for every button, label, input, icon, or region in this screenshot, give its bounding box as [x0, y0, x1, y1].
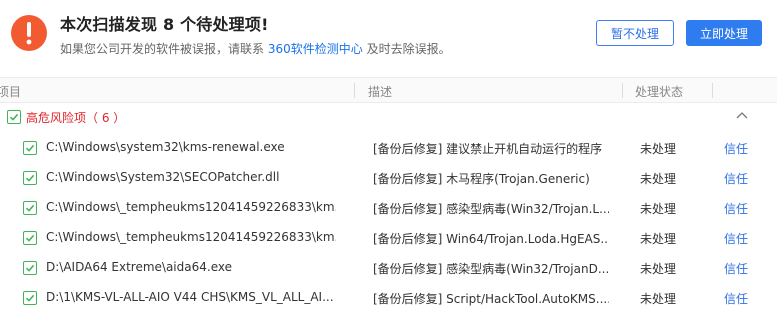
column-status: 处理状态 [635, 85, 684, 99]
file-path: C:\Windows\System32\SECOPatcher.dll [46, 170, 280, 184]
threat-row[interactable]: C:\Windows\System32\SECOPatcher.dll [备份后修… [0, 163, 777, 193]
threat-row[interactable]: D:\AIDA64 Extreme\aida64.exe [备份后修复] 感染型病… [0, 253, 777, 283]
column-divider[interactable] [354, 83, 355, 98]
file-path: D:\1\KMS-VL-ALL-AIO V44 CHS\KMS_VL_ALL_A… [46, 290, 334, 304]
process-status: 未处理 [640, 172, 677, 186]
high-risk-group[interactable]: 高危风险项（ 6 ） [0, 104, 777, 130]
threat-row[interactable]: D:\1\KMS-VL-ALL-AIO V44 CHS\KMS_VL_ALL_A… [0, 283, 777, 313]
threat-row[interactable]: C:\Windows\system32\kms-renewal.exe [备份后修… [0, 133, 777, 163]
threat-description: [备份后修复] 感染型病毒(Win32/TrojanD... [373, 262, 609, 276]
notice-prefix: 如果您公司开发的软件被误报，请联系 [60, 42, 265, 56]
trust-link[interactable]: 信任 [724, 170, 748, 187]
checkmark-icon [25, 264, 35, 272]
detection-center-link[interactable]: 360软件检测中心 [268, 42, 363, 56]
row-checkbox[interactable] [23, 231, 37, 245]
trust-link[interactable]: 信任 [724, 230, 748, 247]
scan-result-title: 本次扫描发现 8 个待处理项! [60, 15, 269, 34]
process-status: 未处理 [640, 292, 677, 306]
threat-description: [备份后修复] 木马程序(Trojan.Generic) [373, 172, 590, 186]
file-path: C:\Windows\_tempheukms12041459226833\km.… [46, 230, 336, 244]
process-status: 未处理 [640, 262, 677, 276]
threat-description: [备份后修复] 建议禁止开机自动运行的程序 [373, 142, 603, 156]
checkmark-icon [25, 294, 35, 302]
false-positive-notice: 如果您公司开发的软件被误报，请联系 360软件检测中心 及时去除误报。 [60, 40, 451, 57]
column-divider[interactable] [622, 83, 623, 98]
fix-now-button[interactable]: 立即处理 [686, 20, 762, 46]
column-divider[interactable] [712, 83, 713, 98]
trust-link[interactable]: 信任 [724, 200, 748, 217]
checkmark-icon [25, 204, 35, 212]
threat-description: [备份后修复] 感染型病毒(Win32/Trojan.L... [373, 202, 609, 216]
trust-link[interactable]: 信任 [724, 290, 748, 307]
threat-description: [备份后修复] Win64/Trojan.Loda.HgEAS... [373, 232, 609, 246]
warning-icon [11, 15, 47, 51]
ignore-button[interactable]: 暂不处理 [596, 20, 674, 46]
checkmark-icon [25, 174, 35, 182]
file-path: C:\Windows\_tempheukms12041459226833\km.… [46, 200, 336, 214]
file-path: C:\Windows\system32\kms-renewal.exe [46, 140, 285, 154]
process-status: 未处理 [640, 232, 677, 246]
row-checkbox[interactable] [23, 171, 37, 185]
threat-row[interactable]: C:\Windows\_tempheukms12041459226833\km.… [0, 223, 777, 253]
checkmark-icon [25, 234, 35, 242]
chevron-up-icon[interactable] [735, 108, 749, 122]
threat-description: [备份后修复] Script/HackTool.AutoKMS.... [373, 292, 609, 306]
notice-suffix: 及时去除误报。 [366, 42, 451, 56]
process-status: 未处理 [640, 142, 677, 156]
group-checkbox[interactable] [7, 110, 21, 124]
file-path: D:\AIDA64 Extreme\aida64.exe [46, 260, 232, 274]
checkmark-icon [25, 144, 35, 152]
column-header: 项目 描述 处理状态 [0, 77, 777, 103]
trust-link[interactable]: 信任 [724, 140, 748, 157]
checkmark-icon [9, 113, 19, 121]
row-checkbox[interactable] [23, 291, 37, 305]
trust-link[interactable]: 信任 [724, 260, 748, 277]
row-checkbox[interactable] [23, 141, 37, 155]
row-checkbox[interactable] [23, 261, 37, 275]
row-checkbox[interactable] [23, 201, 37, 215]
scan-result-header: 本次扫描发现 8 个待处理项! 如果您公司开发的软件被误报，请联系 360软件检… [0, 0, 777, 76]
process-status: 未处理 [640, 202, 677, 216]
column-description: 描述 [368, 85, 393, 99]
group-label: 高危风险项（ 6 ） [26, 111, 126, 125]
threat-row[interactable]: C:\Windows\_tempheukms12041459226833\km.… [0, 193, 777, 223]
column-item: 项目 [0, 85, 22, 99]
